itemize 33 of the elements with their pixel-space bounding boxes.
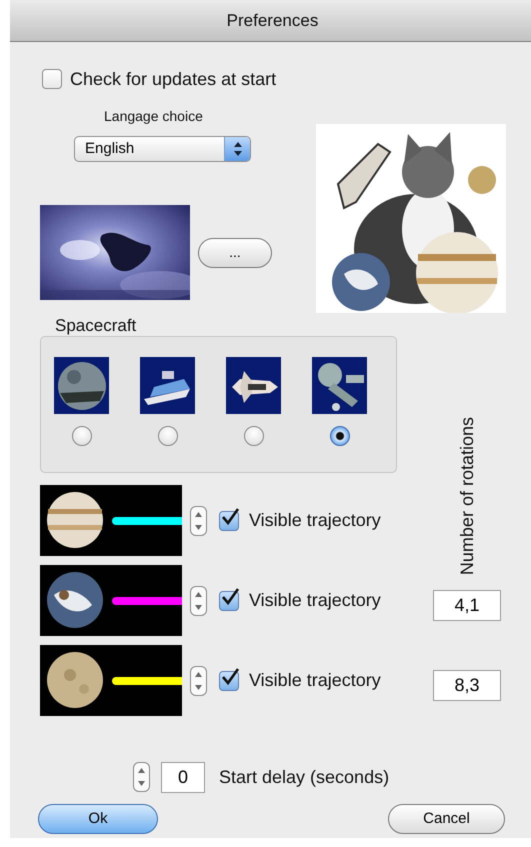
rotations-field[interactable]: 4,1 — [433, 590, 501, 621]
stepper[interactable] — [190, 666, 207, 696]
up-down-arrows-icon — [194, 510, 203, 532]
checkbox[interactable] — [42, 69, 62, 89]
checkbox-label: Visible trajectory — [249, 589, 381, 612]
up-down-arrows-icon — [194, 670, 203, 692]
group-title: Spacecraft — [55, 316, 138, 336]
column-label: Number of rotations — [456, 416, 478, 575]
field-label: Start delay (seconds) — [219, 766, 390, 789]
rotations-field[interactable]: 8,3 — [433, 670, 501, 701]
checkbox[interactable] — [219, 590, 239, 610]
checkbox[interactable] — [219, 670, 239, 690]
stepper[interactable] — [133, 762, 150, 792]
radio-button[interactable] — [244, 426, 264, 446]
radio-button[interactable] — [330, 426, 350, 446]
language-label: Langage choice — [104, 108, 204, 124]
checkbox-label: Visible trajectory — [249, 509, 381, 532]
up-down-arrows-icon — [194, 590, 203, 612]
delay-field[interactable]: 0 — [161, 762, 205, 792]
language-dropdown[interactable]: English — [74, 136, 251, 162]
checkbox[interactable] — [219, 510, 239, 530]
radio-button[interactable] — [72, 426, 92, 446]
up-down-arrows-icon — [137, 766, 146, 788]
radio-button[interactable] — [158, 426, 178, 446]
window-title: Preferences — [226, 10, 318, 32]
browse-button[interactable]: ... — [198, 238, 272, 268]
stepper[interactable] — [190, 506, 207, 536]
ok-button[interactable]: Ok — [38, 804, 158, 834]
cancel-button[interactable]: Cancel — [388, 804, 505, 834]
up-down-arrows-icon — [232, 140, 242, 158]
checkbox-label: Visible trajectory — [249, 669, 381, 692]
checkbox-label: Check for updates at start — [70, 68, 276, 91]
stepper[interactable] — [190, 586, 207, 616]
